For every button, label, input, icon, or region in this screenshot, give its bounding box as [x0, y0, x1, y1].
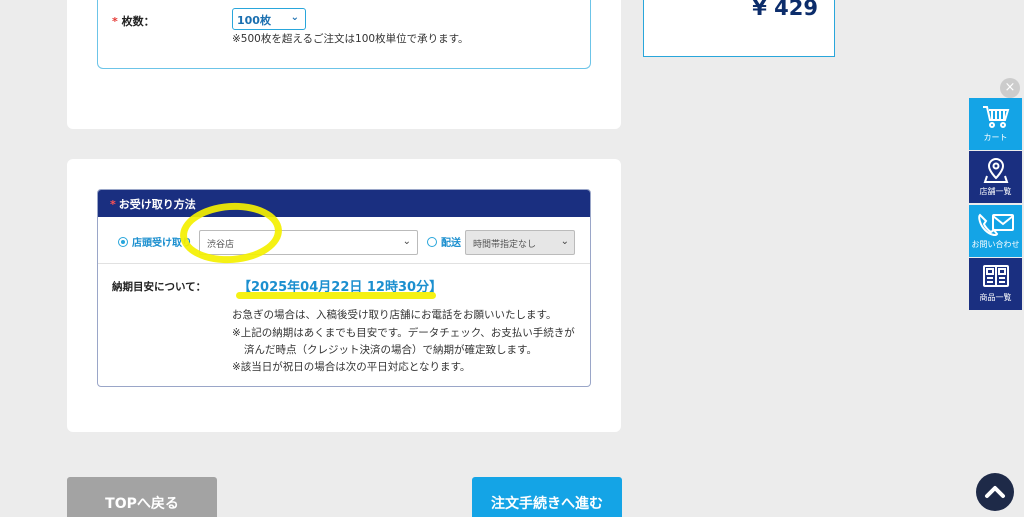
map-pin-icon: [983, 157, 1008, 183]
eta-note: ※該当日が祝日の場合は次の平日対応となります。: [232, 361, 471, 373]
proceed-checkout-button[interactable]: 注文手続きへ進む: [472, 477, 622, 517]
side-menu-label: カート: [983, 133, 1008, 142]
side-menu-close-button[interactable]: ×: [1000, 78, 1020, 98]
side-menu-store-list[interactable]: 店舗一覧: [969, 151, 1022, 203]
side-menu-label: 商品一覧: [979, 293, 1012, 302]
store-pickup-radio[interactable]: [118, 237, 128, 247]
eta-note: ※上記の納期はあくまでも目安です。データチェック、お支払い手続きが: [232, 327, 575, 339]
catalog-icon: [982, 265, 1009, 287]
phone-mail-icon: [977, 213, 1014, 236]
chevron-down-icon: ⌄: [402, 236, 411, 247]
shipping-radio[interactable]: [427, 237, 437, 247]
pickup-options-row: 店頭受け取り 渋谷店 ⌄ 配送 時間帯指定なし ⌄: [98, 217, 590, 264]
side-menu-product-list[interactable]: 商品一覧: [969, 258, 1022, 310]
highlight-underline-annotation: [236, 292, 436, 299]
quantity-note: ※500枚を超えるご注文は100枚単位で承ります。: [232, 33, 469, 45]
total-price-box: ¥ 429: [643, 0, 835, 57]
quantity-label: * 枚数：: [112, 15, 155, 28]
cart-icon: [982, 106, 1009, 128]
chevron-down-icon: ⌄: [290, 12, 299, 23]
side-menu-cart[interactable]: カート: [969, 98, 1022, 150]
eta-label: 納期目安について：: [112, 281, 207, 293]
quantity-select[interactable]: 100枚 ⌄: [232, 8, 306, 30]
eta-note: 済んだ時点（クレジット決済の場合）で納期が確定致します。: [244, 344, 537, 356]
chevron-down-icon: ⌄: [560, 236, 569, 247]
pickup-method-header: * お受け取り方法: [98, 190, 590, 217]
delivery-time-select[interactable]: 時間帯指定なし ⌄: [465, 230, 575, 255]
side-menu-label: 店舗一覧: [979, 187, 1012, 196]
pickup-method-section: * お受け取り方法 店頭受け取り 渋谷店 ⌄ 配送 時間帯指定なし ⌄ 納期目安に…: [97, 189, 591, 387]
side-menu-label: お問い合わせ: [971, 240, 1020, 249]
side-menu: カート 店舗一覧 お問い合わせ 商品一覧: [969, 98, 1022, 312]
back-to-top-button[interactable]: TOPへ戻る: [67, 477, 217, 517]
scroll-to-top-button[interactable]: [976, 473, 1014, 511]
shipping-label[interactable]: 配送: [441, 234, 461, 249]
eta-note: お急ぎの場合は、入稿後受け取り店舗にお電話をお願いいたします。: [232, 309, 557, 321]
side-menu-contact[interactable]: お問い合わせ: [969, 205, 1022, 257]
chevron-up-icon: [985, 486, 1005, 498]
total-price: ¥ 429: [752, 0, 818, 20]
